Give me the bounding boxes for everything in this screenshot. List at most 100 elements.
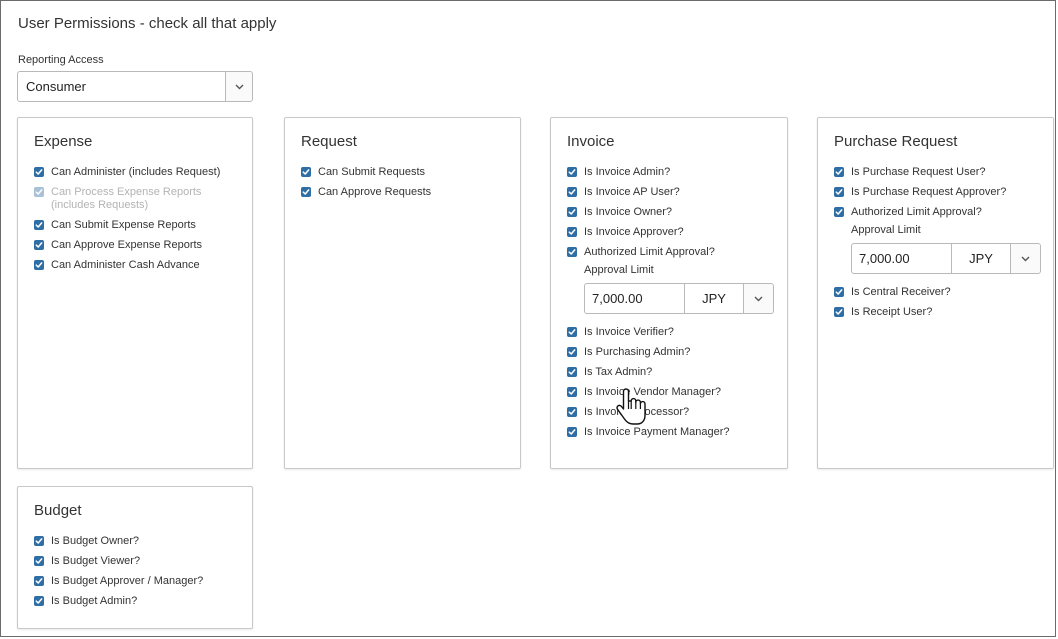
reporting-access-select[interactable]: Consumer (17, 71, 253, 102)
purchase-request-items-top: Is Purchase Request User? Is Purchase Req… (834, 166, 1045, 219)
checkbox-label: Can Process Expense Reports (includes Re… (51, 186, 202, 211)
checkbox-checked-icon[interactable] (34, 596, 44, 606)
invoice-items-bottom: Is Invoice Verifier? Is Purchasing Admin?… (567, 326, 779, 439)
checkbox-is-invoice-vendor-manager[interactable]: Is Invoice Vendor Manager? (567, 386, 779, 399)
checkbox-checked-icon[interactable] (34, 167, 44, 177)
reporting-access-value: Consumer (26, 79, 86, 94)
checkbox-label: Is Purchasing Admin? (584, 346, 691, 358)
invoice-limit-amount-input[interactable]: 7,000.00 (585, 284, 685, 313)
checkbox-checked-icon[interactable] (34, 536, 44, 546)
page-title: User Permissions - check all that apply (18, 15, 277, 32)
checkbox-can-submit-expense-reports[interactable]: Can Submit Expense Reports (34, 219, 244, 232)
checkbox-is-budget-owner[interactable]: Is Budget Owner? (34, 535, 244, 548)
checkbox-is-purchasing-admin[interactable]: Is Purchasing Admin? (567, 346, 779, 359)
checkbox-can-administer-includes-request[interactable]: Can Administer (includes Request) (34, 166, 244, 179)
checkbox-checked-icon[interactable] (834, 207, 844, 217)
checkbox-is-invoice-owner[interactable]: Is Invoice Owner? (567, 206, 779, 219)
checkbox-checked-icon[interactable] (34, 220, 44, 230)
checkbox-checked-icon[interactable] (567, 167, 577, 177)
budget-checkbox-list: Is Budget Owner? Is Budget Viewer? Is Budg… (34, 535, 244, 615)
checkbox-is-budget-viewer[interactable]: Is Budget Viewer? (34, 555, 244, 568)
chevron-down-icon[interactable] (744, 284, 773, 313)
checkbox-is-invoice-verifier[interactable]: Is Invoice Verifier? (567, 326, 779, 339)
checkbox-is-budget-approver-manager[interactable]: Is Budget Approver / Manager? (34, 575, 244, 588)
checkbox-checked-icon[interactable] (567, 207, 577, 217)
budget-title: Budget (34, 502, 82, 519)
checkbox-is-invoice-processor[interactable]: Is Invoice Processor? (567, 406, 779, 419)
purchase-limit-amount-input[interactable]: 7,000.00 (852, 244, 952, 273)
checkbox-is-purchase-request-approver[interactable]: Is Purchase Request Approver? (834, 186, 1045, 199)
checkbox-label: Is Budget Admin? (51, 595, 138, 607)
checkbox-label: Is Central Receiver? (851, 286, 951, 298)
chevron-down-icon[interactable] (1011, 244, 1040, 273)
invoice-approval-limit-field[interactable]: 7,000.00 JPY (584, 283, 774, 314)
purchase-approval-limit-field[interactable]: 7,000.00 JPY (851, 243, 1041, 274)
checkbox-checked-icon[interactable] (567, 227, 577, 237)
request-checkbox-list: Can Submit Requests Can Approve Requests (301, 166, 512, 206)
checkbox-checked-icon[interactable] (567, 187, 577, 197)
checkbox-checked-icon[interactable] (567, 427, 577, 437)
checkbox-checked-icon[interactable] (301, 187, 311, 197)
checkbox-is-invoice-payment-manager[interactable]: Is Invoice Payment Manager? (567, 426, 779, 439)
checkbox-checked-icon[interactable] (567, 327, 577, 337)
checkbox-label: Can Administer (includes Request) (51, 166, 221, 178)
invoice-checkbox-list: Is Invoice Admin? Is Invoice AP User? Is I… (567, 166, 779, 446)
checkbox-label: Is Invoice Approver? (584, 226, 684, 238)
checkbox-label: Can Approve Expense Reports (51, 239, 203, 251)
checkbox-checked-icon[interactable] (834, 167, 844, 177)
checkbox-label: Authorized Limit Approval? (584, 246, 715, 258)
checkbox-can-approve-requests[interactable]: Can Approve Requests (301, 186, 512, 199)
checkbox-label: Is Budget Owner? (51, 535, 140, 547)
checkbox-checked-icon[interactable] (567, 387, 577, 397)
checkbox-label: Is Invoice AP User? (584, 186, 680, 198)
checkbox-is-tax-admin[interactable]: Is Tax Admin? (567, 366, 779, 379)
checkbox-label: Is Invoice Owner? (584, 206, 673, 218)
checkbox-checked-icon[interactable] (834, 307, 844, 317)
checkbox-label: Is Purchase Request User? (851, 166, 986, 178)
checkbox-can-approve-expense-reports[interactable]: Can Approve Expense Reports (34, 239, 244, 252)
checkbox-is-purchase-request-user[interactable]: Is Purchase Request User? (834, 166, 1045, 179)
checkbox-checked-icon[interactable] (301, 167, 311, 177)
checkbox-is-receipt-user[interactable]: Is Receipt User? (834, 306, 1045, 319)
expense-card: Expense Can Administer (includes Request… (17, 117, 253, 469)
checkbox-checked-icon[interactable] (834, 287, 844, 297)
checkbox-checked-icon[interactable] (34, 240, 44, 250)
checkbox-label: Can Submit Requests (318, 166, 425, 178)
reporting-access-label: Reporting Access (18, 54, 104, 66)
checkbox-is-budget-admin[interactable]: Is Budget Admin? (34, 595, 244, 608)
checkbox-checked-icon[interactable] (34, 556, 44, 566)
checkbox-checked-icon[interactable] (34, 260, 44, 270)
checkbox-label: Is Budget Viewer? (51, 555, 141, 567)
request-title: Request (301, 133, 357, 150)
checkbox-can-submit-requests[interactable]: Can Submit Requests (301, 166, 512, 179)
checkbox-label: Is Invoice Payment Manager? (584, 426, 730, 438)
checkbox-checked-icon[interactable] (834, 187, 844, 197)
checkbox-is-invoice-admin[interactable]: Is Invoice Admin? (567, 166, 779, 179)
invoice-title: Invoice (567, 133, 615, 150)
expense-checkbox-list: Can Administer (includes Request) Can Pro… (34, 166, 244, 279)
invoice-limit-currency[interactable]: JPY (685, 284, 744, 313)
checkbox-label: Is Receipt User? (851, 306, 933, 318)
checkbox-authorized-limit-approval[interactable]: Authorized Limit Approval? (567, 246, 779, 259)
checkbox-label: Is Invoice Admin? (584, 166, 671, 178)
checkbox-label: Authorized Limit Approval? (851, 206, 982, 218)
purchase-request-checkbox-list: Is Purchase Request User? Is Purchase Req… (834, 166, 1045, 326)
checkbox-checked-icon[interactable] (567, 367, 577, 377)
checkbox-checked-icon[interactable] (34, 576, 44, 586)
chevron-down-icon[interactable] (225, 72, 252, 101)
expense-title: Expense (34, 133, 93, 150)
checkbox-is-invoice-approver[interactable]: Is Invoice Approver? (567, 226, 779, 239)
checkbox-label: Can Administer Cash Advance (51, 259, 200, 271)
checkbox-is-invoice-ap-user[interactable]: Is Invoice AP User? (567, 186, 779, 199)
purchase-limit-currency[interactable]: JPY (952, 244, 1011, 273)
checkbox-checked-icon[interactable] (567, 407, 577, 417)
purchase-approval-limit-label: Approval Limit (851, 224, 921, 236)
invoice-card: Invoice Is Invoice Admin? Is Invoice AP U… (550, 117, 788, 469)
checkbox-checked-icon[interactable] (567, 247, 577, 257)
checkbox-can-administer-cash-advance[interactable]: Can Administer Cash Advance (34, 259, 244, 272)
checkbox-checked-icon[interactable] (567, 347, 577, 357)
checkbox-label: Can Submit Expense Reports (51, 219, 196, 231)
checkbox-is-central-receiver[interactable]: Is Central Receiver? (834, 286, 1045, 299)
checkbox-authorized-limit-approval[interactable]: Authorized Limit Approval? (834, 206, 1045, 219)
hand-pointer-icon (616, 388, 646, 425)
